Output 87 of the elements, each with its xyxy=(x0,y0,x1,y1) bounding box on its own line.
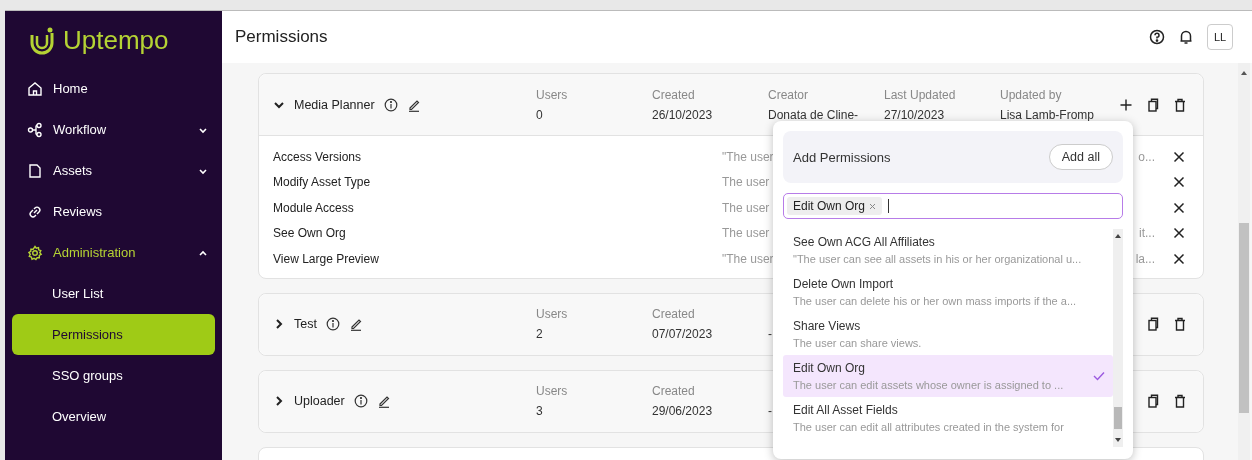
permission-chip[interactable]: Edit Own Org xyxy=(787,197,883,215)
column-value: Donata de Cline- xyxy=(768,107,859,122)
nav-item[interactable]: Workflow xyxy=(27,109,208,150)
column-value: 3 xyxy=(536,404,543,418)
nav-item[interactable]: Reviews xyxy=(27,191,208,232)
column-value: 07/07/2023 xyxy=(652,327,713,341)
permission-option[interactable]: See Own ACG All Affiliates "The user can see all assets in his or her organizational u... xyxy=(783,229,1113,271)
permission-name: View Large Preview xyxy=(273,251,380,266)
column-value: 2 xyxy=(536,327,543,341)
column-value: 27/10/2023 xyxy=(884,107,945,122)
column-value: - xyxy=(768,404,772,418)
column-label: Users xyxy=(536,307,568,321)
nav-item[interactable]: Administration xyxy=(27,232,208,273)
nav-subitem[interactable]: User List xyxy=(12,273,215,314)
gear-icon xyxy=(27,244,43,261)
permission-description: The user xyxy=(722,226,770,241)
info-icon[interactable] xyxy=(383,97,398,112)
column-label: Users xyxy=(536,384,568,398)
permission-option[interactable]: Edit Own Org The user can edit assets whose owner is assigned to ... xyxy=(783,355,1113,397)
notification-icon[interactable] xyxy=(1178,29,1194,45)
delete-icon[interactable] xyxy=(1173,317,1187,331)
remove-icon[interactable] xyxy=(1173,201,1185,214)
check-icon xyxy=(1093,371,1105,381)
add-all-button[interactable]: Add all xyxy=(1048,144,1113,170)
copy-icon[interactable] xyxy=(1146,394,1160,408)
permission-description: it... xyxy=(1139,226,1155,241)
scrollbar[interactable] xyxy=(1113,229,1123,447)
copy-icon[interactable] xyxy=(1146,97,1160,112)
add-icon[interactable] xyxy=(1119,97,1133,112)
nav-item[interactable]: Home xyxy=(27,68,208,109)
column-label: Created xyxy=(652,307,695,321)
permission-description: "The user xyxy=(722,251,774,266)
popup-title: Add Permissions xyxy=(793,149,891,165)
logo-text: Uptempo xyxy=(63,25,169,56)
workflow-icon xyxy=(27,121,43,138)
permission-option[interactable]: Edit All Asset Fields The user can edit all attributes created in the system for xyxy=(783,397,1113,439)
permission-input[interactable]: Edit Own Org xyxy=(783,193,1123,219)
delete-icon[interactable] xyxy=(1173,394,1187,408)
column-value: 29/06/2023 xyxy=(652,404,713,418)
column-value: Lisa Lamb-Fromp xyxy=(1000,107,1095,122)
remove-icon[interactable] xyxy=(1173,252,1185,265)
scrollbar[interactable] xyxy=(1238,63,1250,460)
role-name: Uploader xyxy=(294,394,345,408)
page-title: Permissions xyxy=(235,27,328,47)
permission-description: The user xyxy=(722,200,770,215)
role-name: Test xyxy=(294,317,317,331)
info-icon[interactable] xyxy=(325,317,340,331)
column-label: Last Updated xyxy=(884,87,956,102)
permission-name: Module Access xyxy=(273,200,355,215)
permission-description: "The user xyxy=(722,149,774,164)
column-value: 0 xyxy=(536,107,543,122)
permission-description: la... xyxy=(1135,251,1155,266)
role-name: Media Planner xyxy=(294,97,375,112)
remove-chip-icon[interactable] xyxy=(869,202,877,210)
permission-description: o... xyxy=(1138,149,1155,164)
permission-name: Modify Asset Type xyxy=(273,175,372,190)
remove-icon[interactable] xyxy=(1173,150,1185,163)
remove-icon[interactable] xyxy=(1173,227,1185,240)
info-icon[interactable] xyxy=(353,394,368,408)
column-label: Updated by xyxy=(1000,87,1062,102)
column-value: - xyxy=(768,327,772,341)
nav-subitem[interactable]: Overview xyxy=(12,396,215,437)
edit-icon[interactable] xyxy=(348,317,363,331)
column-label: Created xyxy=(652,384,695,398)
nav-subitem[interactable]: Permissions xyxy=(12,314,215,355)
column-label: Users xyxy=(536,87,568,102)
permission-name: See Own Org xyxy=(273,226,347,241)
permission-description: The user xyxy=(722,175,770,190)
user-avatar[interactable]: LL xyxy=(1207,24,1233,50)
permission-option[interactable]: Share Views The user can share views. xyxy=(783,313,1113,355)
column-label: Created xyxy=(652,87,695,102)
nav-subitem[interactable]: SSO groups xyxy=(12,355,215,396)
nav-item[interactable]: Assets xyxy=(27,150,208,191)
column-label: Creator xyxy=(768,87,808,102)
column-value: 26/10/2023 xyxy=(652,107,713,122)
edit-icon[interactable] xyxy=(376,394,391,408)
delete-icon[interactable] xyxy=(1173,97,1187,112)
help-icon[interactable] xyxy=(1149,29,1165,45)
permission-name: Access Versions xyxy=(273,149,363,164)
remove-icon[interactable] xyxy=(1173,176,1185,189)
file-icon xyxy=(27,162,43,179)
expand-icon[interactable] xyxy=(273,318,285,330)
home-icon xyxy=(27,80,43,97)
permission-option[interactable]: Delete Own Import The user can delete his or her own mass imports if the a... xyxy=(783,271,1113,313)
copy-icon[interactable] xyxy=(1146,317,1160,331)
expand-icon[interactable] xyxy=(273,395,285,407)
logo-icon xyxy=(29,26,55,55)
